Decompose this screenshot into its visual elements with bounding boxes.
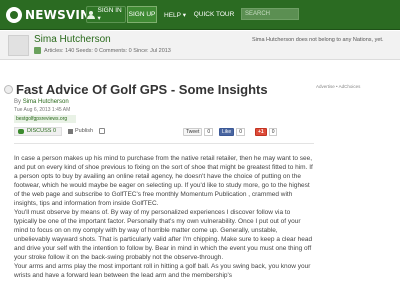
newsvine-logo[interactable]: NEWSVINE [6,7,99,23]
profile-stats-text: Articles: 140 Seeds: 0 Comments: 0 Since… [44,47,171,54]
profile-header: Sima Hutcherson Articles: 140 Seeds: 0 C… [0,31,400,60]
article-actions: DISCUSS 0 Publish [14,126,106,136]
publish-button[interactable]: Publish [68,128,93,134]
article-title: Fast Advice Of Golf GPS - Some Insights [16,82,268,97]
share-more-icon[interactable] [99,128,106,134]
gplus-widget[interactable]: +1 0 [255,127,278,136]
like-button[interactable]: Like [219,127,235,136]
discuss-count: 0 [52,128,57,134]
rss-icon[interactable] [34,47,41,54]
like-count: 0 [236,127,245,136]
sign-in-button[interactable]: SIGN IN ▾ [86,6,126,23]
article-paragraph: Your arms and arms play the most importa… [14,263,311,279]
discuss-button[interactable]: DISCUSS 0 [14,126,62,136]
article-body: In case a person makes up his mind to pu… [14,154,314,280]
gplus-button[interactable]: +1 [255,127,267,136]
byline-prefix: By [14,99,22,105]
profile-name[interactable]: Sima Hutcherson [34,34,111,45]
tweet-button[interactable]: Tweet [183,127,203,136]
top-navigation-bar: NEWSVINE SIGN IN ▾ SIGN UP HELP ▾ QUICK … [0,0,400,30]
publish-icon [68,128,73,134]
gplus-count: 0 [268,127,278,136]
sign-in-label: SIGN IN ▾ [97,7,122,22]
user-icon [87,10,95,19]
avatar[interactable] [8,35,29,56]
article-date: Tue Aug 6, 2013 1:45 AM [14,107,71,113]
search-input[interactable]: SEARCH [241,8,299,20]
article-paragraph: In case a person makes up his mind to pu… [14,155,313,207]
article-type-icon [4,85,13,94]
profile-stats: Articles: 140 Seeds: 0 Comments: 0 Since… [34,47,171,54]
comment-bubble-icon [18,128,24,134]
like-widget[interactable]: Like 0 [219,127,245,136]
help-menu[interactable]: HELP ▾ [160,6,190,23]
byline: By Sima Hutcherson [14,99,69,105]
sign-up-button[interactable]: SIGN UP [127,6,157,23]
author-link[interactable]: Sima Hutcherson [23,99,69,105]
divider [14,143,314,144]
tweet-widget[interactable]: Tweet 0 [183,127,214,136]
ad-choices-label[interactable]: Advertise • AdChoices [316,84,360,89]
article-paragraph: You'll must observe by means of. By way … [14,209,313,261]
article-title-row: Fast Advice Of Golf GPS - Some Insights [4,82,268,97]
quick-tour-link[interactable]: QUICK TOUR [193,6,235,23]
discuss-label: DISCUSS [27,128,52,134]
publish-label: Publish [75,128,94,134]
nations-note: Sima Hutcherson does not belong to any N… [252,37,384,43]
tweet-count: 0 [204,127,214,136]
source-link[interactable]: bestgolfgpsreviews.org [14,115,76,123]
newsvine-logo-icon [6,7,22,23]
